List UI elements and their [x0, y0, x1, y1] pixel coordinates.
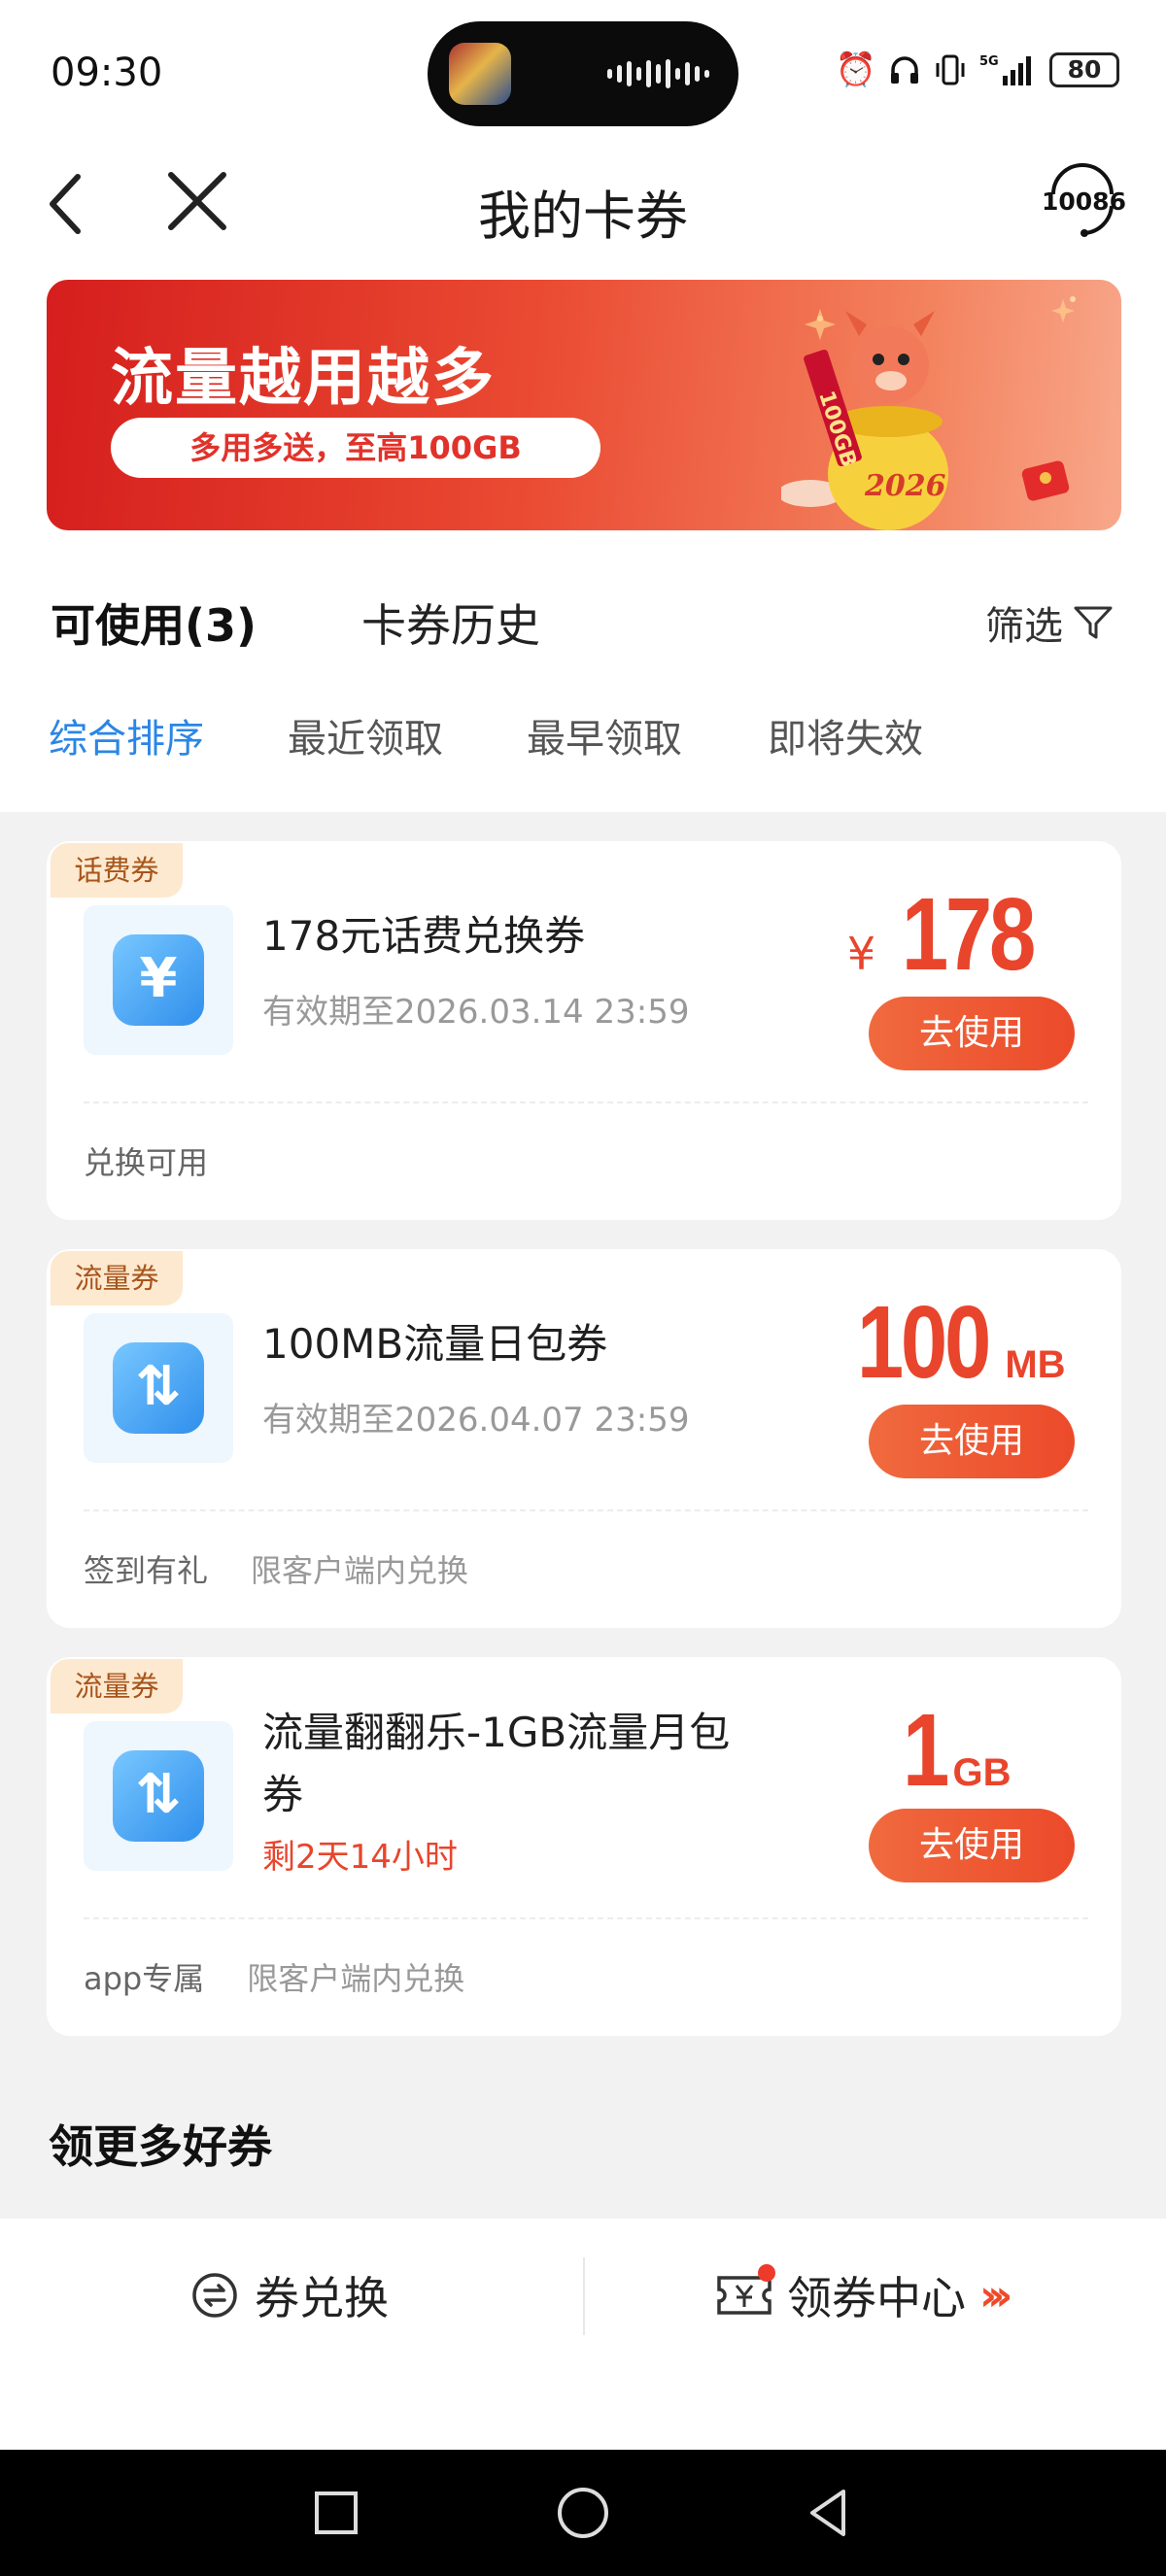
data-arrows-icon: ⇅: [113, 1342, 204, 1434]
coupon-title: 流量翻翻乐-1GB流量月包券: [262, 1709, 731, 1818]
banner-year-text: 2026: [864, 469, 946, 503]
coupon-icon-box: ⇅: [84, 1721, 233, 1871]
page-title: 我的卡券: [478, 186, 688, 247]
exchange-icon: [192, 2273, 237, 2318]
media-thumbnail: [449, 43, 511, 105]
filter-funnel-icon: [1074, 606, 1113, 639]
more-coupons-title: 领更多好券: [49, 2120, 272, 2173]
bottom-action-bar: 券兑换 领券中心 ›››: [0, 2219, 1166, 2450]
coupon-expiry: 有效期至2026.04.07 23:59: [262, 1401, 690, 1440]
dynamic-island[interactable]: [428, 21, 738, 126]
notification-dot: [758, 2264, 775, 2282]
audio-wave-icon: [607, 58, 709, 89]
status-icons: ⏰ 5G 80: [836, 51, 1119, 89]
coupon-value: 100 MB: [822, 1284, 1075, 1402]
coupon-tag: 话费券: [51, 843, 183, 898]
coupon-value-amount: 1: [902, 1693, 948, 1808]
coupon-value-unit: GB: [952, 1751, 1012, 1794]
banner-title: 流量越用越多: [111, 343, 496, 415]
service-hotline-label[interactable]: 10086: [1042, 187, 1126, 216]
tab-available[interactable]: 可使用(3): [51, 591, 257, 655]
exchange-label: 券兑换: [255, 2272, 389, 2324]
coupon-icon-box: ¥: [84, 905, 233, 1055]
back-nav-icon[interactable]: [801, 2484, 859, 2542]
svg-text:5G: 5G: [979, 54, 999, 69]
coupon-footer-note: 限客户端内兑换: [247, 1960, 465, 1997]
tab-history[interactable]: 卡券历史: [361, 591, 540, 655]
coupon-footer-note: 兑换可用: [84, 1144, 209, 1181]
card-divider: [84, 1917, 1088, 1919]
card-divider: [84, 1102, 1088, 1103]
coupon-center-button[interactable]: 领券中心 ›››: [715, 2263, 1013, 2327]
home-icon[interactable]: [554, 2484, 612, 2542]
coupon-value-amount: 178: [902, 877, 1036, 992]
sort-comprehensive[interactable]: 综合排序: [49, 707, 204, 763]
coupon-tag: 流量券: [51, 1659, 183, 1713]
alarm-icon: ⏰: [835, 51, 876, 89]
coupon-value-prefix: ¥: [846, 928, 876, 980]
coupon-countdown: 剩2天14小时: [262, 1838, 458, 1877]
coupon-title: 178元话费兑换券: [262, 912, 586, 960]
battery-icon: 80: [1049, 52, 1119, 87]
coupon-footer-note: 限客户端内兑换: [251, 1552, 469, 1589]
use-coupon-button[interactable]: 去使用: [869, 997, 1075, 1070]
use-coupon-button[interactable]: 去使用: [869, 1405, 1075, 1478]
coupon-title: 100MB流量日包券: [262, 1320, 608, 1368]
coupon-card[interactable]: 流量券 ⇅ 100MB流量日包券 有效期至2026.04.07 23:59 10…: [47, 1249, 1121, 1628]
triple-chevron-right-icon: ›››: [979, 2270, 1013, 2321]
coupon-ticket-icon: [715, 2264, 775, 2321]
coupon-exchange-button[interactable]: 券兑换: [190, 2263, 389, 2327]
coupon-tag: 流量券: [51, 1251, 183, 1305]
promo-banner[interactable]: 流量越用越多 多用多送，至高100GB 100GB 2026: [47, 280, 1121, 530]
coupon-value-amount: 100: [857, 1285, 991, 1400]
filter-button[interactable]: 筛选: [985, 594, 1114, 651]
coupon-footer-note: 签到有礼: [84, 1552, 209, 1589]
signal-icon: 5G: [979, 54, 1031, 85]
status-bar: 09:30 ⏰ 5G 80: [0, 0, 1166, 146]
coupon-value: 1 GB: [822, 1692, 1075, 1810]
banner-subtitle: 多用多送，至高100GB: [111, 418, 600, 478]
use-coupon-button[interactable]: 去使用: [869, 1809, 1075, 1882]
vibrate-icon: [936, 54, 965, 85]
coupon-footer: 签到有礼 限客户端内兑换: [84, 1546, 468, 1591]
card-divider: [84, 1509, 1088, 1511]
yuan-icon: ¥: [113, 934, 204, 1026]
coupon-card[interactable]: 话费券 ¥ 178元话费兑换券 有效期至2026.03.14 23:59 ¥17…: [47, 841, 1121, 1220]
status-time: 09:30: [51, 51, 163, 95]
coupon-icon-box: ⇅: [84, 1313, 233, 1463]
coupon-footer-note: app专属: [84, 1960, 205, 1997]
sort-expiring[interactable]: 即将失效: [768, 707, 923, 763]
mascot-lucky-bag-image: 100GB 2026: [781, 296, 1076, 530]
coupon-card[interactable]: 流量券 ⇅ 流量翻翻乐-1GB流量月包券 剩2天14小时 1 GB 去使用 app…: [47, 1657, 1121, 2036]
coupon-footer: app专属 限客户端内兑换: [84, 1954, 464, 1999]
coupon-center-label: 领券中心: [787, 2272, 966, 2324]
sort-recent[interactable]: 最近领取: [288, 707, 443, 763]
data-arrows-icon: ⇅: [113, 1750, 204, 1842]
filter-label: 筛选: [985, 604, 1063, 649]
coupon-footer: 兑换可用: [84, 1138, 208, 1183]
coupon-value-unit: MB: [1005, 1343, 1066, 1386]
recent-apps-icon[interactable]: [307, 2484, 365, 2542]
sort-earliest[interactable]: 最早领取: [527, 707, 682, 763]
coupon-value: ¥178: [822, 876, 1075, 994]
system-navigation-bar: [0, 2450, 1166, 2576]
sort-options: 综合排序 最近领取 最早领取 即将失效: [0, 707, 1166, 765]
bar-divider: [583, 2257, 585, 2335]
coupon-expiry: 有效期至2026.03.14 23:59: [262, 993, 690, 1032]
headphone-icon: [891, 56, 918, 84]
